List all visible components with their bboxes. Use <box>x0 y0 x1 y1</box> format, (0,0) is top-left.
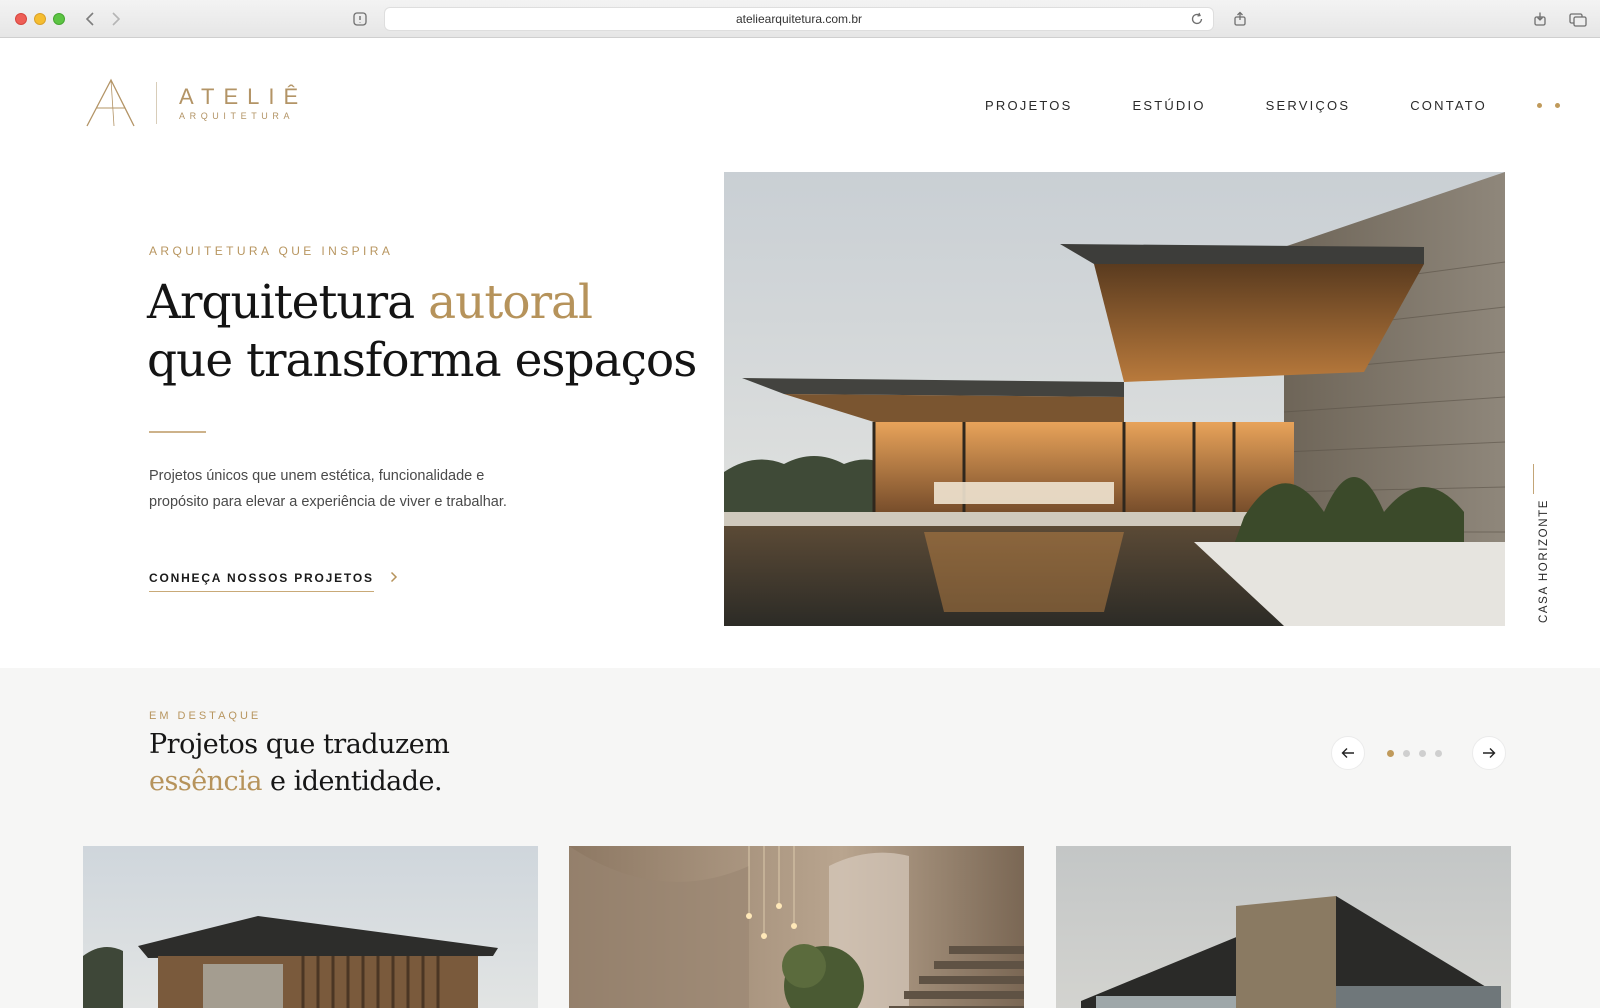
webpage: ATELIÊ ARQUITETURA PROJETOS ESTÚDIO SERV… <box>0 38 1600 1008</box>
hero-title: Arquitetura autoral que transforma espaç… <box>147 274 697 390</box>
project-card[interactable] <box>1056 846 1511 1008</box>
history-controls <box>78 8 128 30</box>
tab-overview-icon[interactable] <box>1568 9 1588 29</box>
arrow-right-icon <box>1483 748 1496 758</box>
brand-name: ATELIÊ <box>179 84 308 109</box>
featured-title-highlight: essência <box>149 766 262 797</box>
hero-eyebrow: ARQUITETURA QUE INSPIRA <box>149 244 394 258</box>
chevron-right-icon <box>390 570 398 588</box>
carousel-controls <box>1331 736 1506 770</box>
carousel-prev-button[interactable] <box>1331 736 1365 770</box>
privacy-report-icon[interactable] <box>350 9 370 29</box>
window-controls <box>15 13 65 25</box>
menu-dots-icon[interactable] <box>1537 103 1560 108</box>
reload-icon[interactable] <box>1189 11 1205 30</box>
main-navigation: PROJETOS ESTÚDIO SERVIÇOS CONTATO <box>925 98 1560 113</box>
carousel-dot[interactable] <box>1403 749 1410 757</box>
featured-title-line1: Projetos que traduzem <box>149 729 450 760</box>
project-card-image <box>83 846 538 1008</box>
hero-title-line2: que transforma espaços <box>147 333 697 388</box>
logo-monogram-icon <box>86 78 135 127</box>
minimize-window-button[interactable] <box>34 13 46 25</box>
project-card[interactable] <box>83 846 538 1008</box>
forward-button[interactable] <box>104 8 128 30</box>
carousel-dot[interactable] <box>1419 749 1426 757</box>
hero-cta-label: CONHEÇA NOSSOS PROJETOS <box>149 571 374 592</box>
nav-item-contato[interactable]: CONTATO <box>1410 98 1487 113</box>
nav-item-estudio[interactable]: ESTÚDIO <box>1132 98 1205 113</box>
hero-description: Projetos únicos que unem estética, funci… <box>149 468 507 510</box>
project-card-image <box>569 846 1024 1008</box>
brand-logo[interactable]: ATELIÊ ARQUITETURA <box>84 78 307 128</box>
close-window-button[interactable] <box>15 13 27 25</box>
logo-wordmark: ATELIÊ ARQUITETURA <box>179 84 308 122</box>
hero-title-highlight: autoral <box>428 275 593 330</box>
hero-title-part1: Arquitetura <box>147 275 429 330</box>
brand-tagline: ARQUITETURA <box>179 111 295 121</box>
address-bar[interactable]: ateliearquitetura.com.br <box>384 7 1214 31</box>
featured-title-rest: e identidade. <box>261 766 443 797</box>
address-bar-url: ateliearquitetura.com.br <box>735 12 863 26</box>
featured-section: EM DESTAQUE Projetos que traduzem essênc… <box>0 668 1600 1008</box>
downloads-icon[interactable] <box>1530 9 1550 29</box>
carousel-dot[interactable] <box>1387 749 1394 757</box>
browser-toolbar: ateliearquitetura.com.br <box>0 0 1600 38</box>
featured-eyebrow: EM DESTAQUE <box>149 710 262 722</box>
caption-line <box>1533 464 1534 494</box>
carousel-next-button[interactable] <box>1472 736 1506 770</box>
hero-divider <box>149 431 206 433</box>
logo-divider <box>156 82 157 124</box>
hero-project-image <box>724 172 1505 626</box>
share-icon[interactable] <box>1230 9 1250 29</box>
arrow-left-icon <box>1341 748 1354 758</box>
carousel-dot[interactable] <box>1435 749 1442 757</box>
featured-title: Projetos que traduzem essência e identid… <box>149 726 450 800</box>
project-card-image <box>1056 846 1511 1008</box>
nav-item-projetos[interactable]: PROJETOS <box>985 98 1072 113</box>
back-button[interactable] <box>78 8 102 30</box>
project-card[interactable] <box>569 846 1024 1008</box>
carousel-pagination <box>1387 749 1442 757</box>
zoom-window-button[interactable] <box>53 13 65 25</box>
hero-cta-link[interactable]: CONHEÇA NOSSOS PROJETOS <box>149 571 398 592</box>
nav-item-servicos[interactable]: SERVIÇOS <box>1266 98 1351 113</box>
hero-image-caption: CASA HORIZONTE <box>1538 499 1550 623</box>
